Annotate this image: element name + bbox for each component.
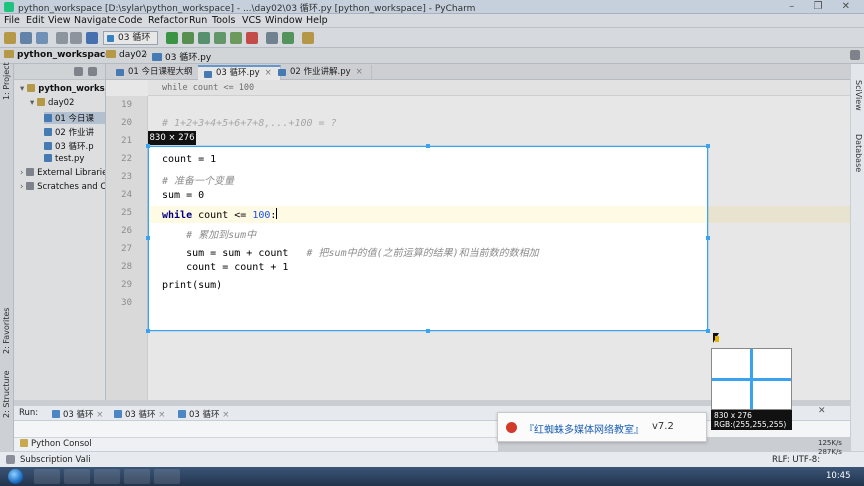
python-console-tab: Python Consol	[20, 439, 92, 449]
run-tab[interactable]: 03 循环 ×	[52, 408, 103, 420]
capture-dim-top	[0, 0, 864, 146]
database-tool-button[interactable]: Database	[854, 134, 863, 172]
mouse-cursor-badge	[715, 336, 719, 342]
code-comment: # 准备一个变量	[162, 176, 235, 187]
taskbar-app-icon[interactable]	[154, 469, 180, 484]
taskbar-app-icon[interactable]	[34, 469, 60, 484]
right-tool-stripe: SciView Database	[850, 64, 864, 460]
code-line: count = count + 1	[162, 262, 289, 273]
notification-version: v7.2	[652, 421, 674, 432]
capture-magnifier	[711, 348, 792, 410]
resize-handle[interactable]	[706, 329, 710, 333]
taskbar-app-icon[interactable]	[124, 469, 150, 484]
resize-handle[interactable]	[426, 144, 430, 148]
run-label: Run:	[19, 408, 39, 418]
net-upload: 125K/s	[818, 439, 842, 447]
resize-handle[interactable]	[706, 144, 710, 148]
resize-handle[interactable]	[706, 236, 710, 240]
capture-size-label: 830 × 276	[148, 131, 196, 145]
notification-popup[interactable]: 『红蜘蛛多媒体网络教室』 v7.2 ✕	[497, 412, 724, 442]
resize-handle[interactable]	[426, 329, 430, 333]
python-console-bar[interactable]: Python Consol	[14, 437, 498, 451]
resize-handle[interactable]	[146, 144, 150, 148]
run-tab[interactable]: 03 循环 ×	[178, 408, 229, 420]
status-message[interactable]: Subscription Vali	[20, 455, 91, 465]
crosshair-vertical	[750, 349, 753, 409]
notification-text: 『红蜘蛛多媒体网络教室』	[524, 425, 644, 436]
python-console-icon	[20, 439, 28, 447]
window-layout-icon[interactable]	[6, 455, 15, 464]
python-file-icon	[114, 410, 122, 418]
code-line: sum = 0	[162, 190, 205, 201]
file-encoding[interactable]: RLF: UTF-8:	[772, 455, 820, 465]
run-tab[interactable]: 03 循环 ×	[114, 408, 165, 420]
text-caret	[276, 208, 278, 219]
taskbar-clock: 10:45	[826, 471, 851, 481]
magnifier-info: 830 x 276 RGB:(255,255,255)	[711, 410, 792, 430]
python-file-icon	[178, 410, 186, 418]
capture-dim-left	[0, 146, 148, 331]
status-bar: Subscription Vali RLF: UTF-8: 125K/s 287…	[0, 439, 864, 467]
net-download: 287K/s	[818, 448, 842, 456]
taskbar-app-icon[interactable]	[94, 469, 120, 484]
code-while-line: while count <= 100:	[162, 208, 278, 221]
sciview-tool-button[interactable]: SciView	[854, 80, 863, 111]
code-line: print(sum)	[162, 280, 223, 291]
magnifier-rgb: RGB:(255,255,255)	[714, 420, 787, 429]
capture-selection[interactable]: count = 1 # 准备一个变量 sum = 0 while count <…	[148, 146, 708, 331]
python-file-icon	[52, 410, 60, 418]
close-icon[interactable]: ✕	[818, 406, 826, 416]
code-line: count = 1	[162, 154, 217, 165]
taskbar-app-icon[interactable]	[64, 469, 90, 484]
windows-taskbar: 10:45	[0, 467, 864, 486]
resize-handle[interactable]	[146, 329, 150, 333]
code-line: sum = sum + count # 把sum中的值(之前运算的结果)和当前数…	[162, 248, 539, 259]
magnifier-size: 830 x 276	[714, 411, 752, 420]
capture-dim-right	[708, 146, 864, 331]
resize-handle[interactable]	[146, 236, 150, 240]
code-comment: # 累加到sum中	[162, 230, 257, 241]
start-button-icon[interactable]	[8, 469, 23, 484]
spider-logo-icon	[506, 422, 517, 433]
